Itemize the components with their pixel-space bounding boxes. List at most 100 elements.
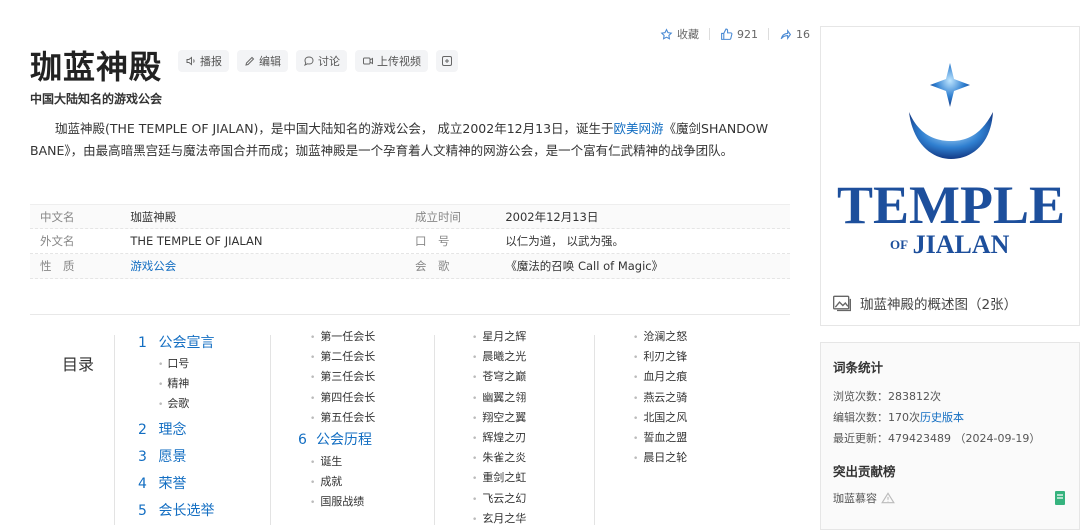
catalog-subitem-text: 利刃之锋 (643, 350, 688, 364)
catalog-subitem[interactable]: 利刃之锋 (633, 347, 687, 367)
badge-icon (1055, 491, 1065, 505)
updated-date: （2024-09-19） (954, 432, 1041, 445)
star-icon (660, 27, 673, 40)
catalog-subitem[interactable]: 第三任会长 (310, 367, 375, 387)
catalog-subitem[interactable]: 血月之痕 (633, 367, 687, 387)
add-button[interactable] (436, 50, 458, 72)
views-row: 浏览次数：283812次 (833, 386, 1079, 407)
catalog: 目录 1 公会宣言口号精神会歌 2 理念 3 愿景 4 荣誉 5 会长选举 第一任会长第… (30, 314, 790, 530)
catalog-subitem[interactable]: 辉煌之刃 (472, 428, 526, 448)
catalog-subitem[interactable]: 诞生 (310, 452, 375, 472)
catalog-subitem[interactable]: 成就 (310, 472, 375, 492)
catalog-subitem-text: 重剑之虹 (482, 471, 527, 485)
catalog-subitem-text: 国服战绩 (320, 495, 365, 509)
summary-link[interactable]: 欧美网游 (614, 121, 664, 136)
catalog-subitem[interactable]: 沧澜之怒 (633, 327, 687, 347)
info-key: 会 歌 (415, 259, 450, 273)
summary-picture-card[interactable]: TEMPLE OF JIALAN (820, 26, 1080, 326)
edits-row: 编辑次数：170次历史版本 (833, 407, 1079, 428)
catalog-heading-text: 会长选举 (158, 503, 215, 519)
contributor-item[interactable]: 珈蓝慕容 (833, 490, 1079, 506)
discuss-button[interactable]: 讨论 (296, 50, 347, 72)
catalog-heading[interactable]: 3 愿景 (138, 447, 214, 468)
catalog-subitem-text: 晨日之轮 (643, 451, 688, 465)
catalog-heading[interactable]: 1 公会宣言 (138, 333, 214, 354)
summary-paragraph: 珈蓝神殿(THE TEMPLE OF JIALAN)，是中国大陆知名的游戏公会，… (30, 118, 800, 162)
stats-heading: 词条统计 (833, 360, 884, 375)
catalog-subitem-text: 诞生 (320, 454, 343, 468)
catalog-number: 6 (298, 431, 307, 448)
catalog-subitem[interactable]: 誓血之盟 (633, 428, 687, 448)
upload-video-label: 上传视频 (377, 55, 421, 68)
catalog-subitem[interactable]: 朱雀之炎 (472, 448, 526, 468)
edit-button[interactable]: 编辑 (237, 50, 288, 72)
catalog-column-4: 沧澜之怒利刃之锋血月之痕燕云之骑北国之风誓血之盟晨日之轮 (633, 327, 687, 468)
catalog-subitem[interactable]: 玄月之华 (472, 509, 526, 529)
catalog-subitem[interactable]: 会歌 (138, 394, 214, 414)
catalog-subitem[interactable]: 第一任会长 (310, 327, 375, 347)
catalog-subitem-text: 辉煌之刃 (482, 430, 527, 444)
catalog-subitem[interactable]: 第五任会长 (310, 408, 375, 428)
catalog-heading-text: 理念 (158, 422, 187, 438)
catalog-subitem[interactable]: 精神 (138, 374, 214, 394)
views-value: 283812次 (888, 390, 941, 403)
catalog-number: 1 (138, 335, 147, 351)
catalog-heading-text: 荣誉 (158, 476, 187, 492)
entry-stats-panel: 词条统计 浏览次数：283812次 编辑次数：170次历史版本 最近更新：479… (820, 342, 1080, 530)
catalog-subitem[interactable]: 第二任会长 (310, 347, 375, 367)
picture-caption[interactable]: 珈蓝神殿的概述图（2张） (832, 293, 1017, 313)
catalog-subitem[interactable]: 口号 (138, 354, 214, 374)
catalog-divider (114, 335, 115, 525)
info-key: 中文名 (40, 209, 75, 224)
catalog-subitem[interactable]: 重剑之虹 (472, 468, 526, 488)
title-toolbar: 播报 编辑 讨论 上传视频 (178, 50, 458, 72)
catalog-subitem[interactable]: 苍穹之巅 (472, 367, 526, 387)
share-button[interactable]: 16 (779, 28, 810, 41)
catalog-heading-text: 公会宣言 (158, 335, 215, 351)
catalog-subitem-text: 第一任会长 (320, 330, 376, 343)
collect-label: 收藏 (677, 28, 699, 41)
catalog-heading[interactable]: 6 公会历程 (298, 428, 375, 452)
catalog-subitem-text: 苍穹之巅 (482, 370, 527, 384)
catalog-heading[interactable]: 2 理念 (138, 420, 214, 441)
catalog-divider (594, 335, 595, 525)
like-count: 921 (737, 27, 758, 41)
updated-user[interactable]: 479423489 (888, 432, 951, 445)
play-label: 播报 (200, 55, 222, 68)
history-version-link[interactable]: 历史版本 (920, 411, 964, 424)
catalog-subitem[interactable]: 晨曦之光 (472, 347, 526, 367)
catalog-subitem[interactable]: 燕云之骑 (633, 388, 687, 408)
catalog-subitem[interactable]: 国服战绩 (310, 492, 375, 512)
catalog-column-2: 第一任会长第二任会长第三任会长第四任会长第五任会长 6 公会历程诞生成就国服战绩 (298, 327, 375, 513)
catalog-subitem[interactable]: 星月之辉 (472, 327, 526, 347)
catalog-subitem[interactable]: 飞云之幻 (472, 489, 526, 509)
updated-label: 最近更新： (833, 432, 888, 445)
catalog-subitem[interactable]: 翔空之翼 (472, 408, 526, 428)
catalog-number: 5 (138, 503, 147, 519)
catalog-number: 2 (138, 422, 147, 438)
catalog-subitem[interactable]: 幽翼之翎 (472, 388, 526, 408)
like-button[interactable]: 921 (720, 28, 758, 41)
catalog-subitem[interactable]: 北国之风 (633, 408, 687, 428)
catalog-subitem[interactable]: 晨日之轮 (633, 448, 687, 468)
catalog-heading[interactable]: 5 会长选举 (138, 501, 214, 522)
catalog-heading[interactable]: 4 荣誉 (138, 474, 214, 495)
pencil-icon (245, 56, 255, 66)
upload-video-button[interactable]: 上传视频 (355, 50, 428, 72)
edits-label: 编辑次数： (833, 411, 888, 424)
temple-of-jialan-logo: TEMPLE OF JIALAN (837, 63, 1065, 259)
edit-label: 编辑 (259, 55, 281, 68)
info-key: 成立时间 (415, 209, 461, 224)
info-value-link[interactable]: 游戏公会 (130, 258, 415, 274)
logo-line1: TEMPLE (837, 175, 1065, 235)
chat-bubble-icon (304, 56, 314, 66)
play-button[interactable]: 播报 (178, 50, 229, 72)
info-key: 口 号 (415, 234, 450, 248)
catalog-subitem-text: 燕云之骑 (643, 390, 688, 404)
catalog-subitem-text: 第二任会长 (320, 350, 376, 364)
catalog-subitem[interactable]: 第四任会长 (310, 388, 375, 408)
collect-button[interactable]: 收藏 (660, 26, 699, 42)
page-subtitle: 中国大陆知名的游戏公会 (30, 92, 163, 106)
catalog-column-1: 1 公会宣言口号精神会歌 2 理念 3 愿景 4 荣誉 5 会长选举 (138, 333, 214, 522)
catalog-subitem-text: 第五任会长 (320, 410, 376, 424)
